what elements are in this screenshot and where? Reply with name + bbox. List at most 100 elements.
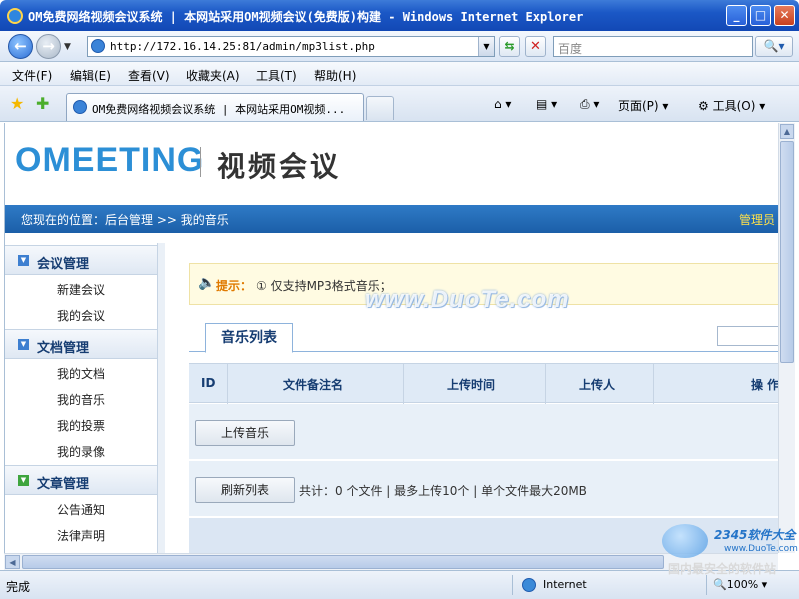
sidebar-item-my-meetings[interactable]: 我的会议 (57, 307, 105, 324)
search-button[interactable]: 🔍▾ (755, 36, 793, 57)
sidebar-item-my-music[interactable]: 我的音乐 (57, 391, 105, 408)
status-divider (706, 575, 707, 595)
column-divider (403, 364, 404, 404)
admin-label[interactable]: 管理员 (739, 211, 775, 228)
brand-url: www.DuoTe.com (724, 544, 798, 554)
sidebar-group-documents[interactable]: ▼ 文档管理 (5, 329, 157, 359)
forward-button[interactable]: → (36, 34, 61, 59)
horizontal-scroll-thumb[interactable] (22, 555, 664, 569)
tools-menu-button[interactable]: ⚙ 工具(O) ▾ (698, 97, 765, 114)
tab-current[interactable]: OM免费网络视频会议系统 | 本网站采用OM视频... (66, 93, 364, 121)
upload-music-button[interactable]: 上传音乐 (195, 420, 295, 446)
home-button[interactable]: ⌂ ▾ (494, 97, 511, 111)
collapse-icon: ▼ (18, 255, 29, 266)
refresh-button[interactable]: ⇆ (499, 36, 520, 57)
sidebar-item-legal[interactable]: 法律声明 (57, 527, 105, 544)
new-tab-button[interactable] (366, 96, 394, 120)
collapse-icon: ▼ (18, 339, 29, 350)
tab-favicon-icon (73, 100, 87, 114)
title-bar: OM免费网络视频会议系统 | 本网站采用OM视频会议(免费版)构建 - Wind… (0, 0, 799, 31)
minimize-button[interactable]: _ (726, 5, 747, 26)
logo-divider (200, 147, 201, 177)
sidebar: ▼ 会议管理 新建会议 我的会议 ▼ 文档管理 我的文档 我的音乐 我的投票 我… (5, 243, 157, 553)
tip-label: 提示： (216, 279, 253, 293)
menu-view[interactable]: 查看(V) (128, 67, 170, 84)
stop-button[interactable]: ✕ (525, 36, 546, 57)
column-uploader: 上传人 (579, 378, 616, 392)
column-divider (227, 364, 228, 404)
menu-bar: 文件(F) 编辑(E) 查看(V) 收藏夹(A) 工具(T) 帮助(H) (0, 62, 799, 86)
refresh-list-button[interactable]: 刷新列表 (195, 477, 295, 503)
ie-logo-icon (7, 8, 23, 24)
search-input[interactable]: 百度 (553, 36, 753, 57)
column-id: ID (201, 376, 216, 390)
sidebar-item-my-votes[interactable]: 我的投票 (57, 417, 105, 434)
site-logo: OMEETING (15, 141, 205, 179)
menu-edit[interactable]: 编辑(E) (70, 67, 111, 84)
page-menu-button[interactable]: 页面(P) ▾ (618, 97, 668, 114)
column-divider (653, 364, 654, 404)
maximize-button[interactable]: □ (750, 5, 771, 26)
site-header: OMEETING 视频会议 (5, 123, 778, 205)
tab-music-list[interactable]: 音乐列表 (205, 323, 293, 353)
menu-help[interactable]: 帮助(H) (314, 67, 356, 84)
menu-tools[interactable]: 工具(T) (256, 67, 297, 84)
collapse-icon: ▼ (18, 475, 29, 486)
address-dropdown-icon[interactable]: ▼ (478, 37, 494, 56)
brand-slogan: 国内最安全的软件站 (668, 562, 777, 576)
internet-zone-icon (522, 578, 536, 592)
sidebar-group-articles[interactable]: ▼ 文章管理 (5, 465, 157, 495)
brand-mascot-icon (662, 524, 708, 558)
sidebar-item-my-documents[interactable]: 我的文档 (57, 365, 105, 382)
address-toolbar: ← → ▼ http://172.16.14.25:81/admin/mp3li… (0, 31, 799, 62)
scroll-up-icon[interactable]: ▲ (780, 124, 794, 139)
file-count-text: 共计：0 个文件 | 最多上传10个 | 单个文件最大20MB (299, 484, 587, 498)
refresh-row: 刷新列表 共计：0 个文件 | 最多上传10个 | 单个文件最大20MB (189, 461, 778, 517)
brand-name: 2345软件大全 (714, 528, 796, 542)
page-viewport: OMEETING 视频会议 您现在的位置：后台管理 >> 我的音乐 管理员 ▼ … (4, 123, 778, 553)
column-actions: 操 作 (751, 378, 778, 392)
sidebar-item-my-recordings[interactable]: 我的录像 (57, 443, 105, 460)
vertical-scroll-thumb[interactable] (780, 141, 794, 363)
address-input[interactable]: http://172.16.14.25:81/admin/mp3list.php… (87, 36, 495, 57)
close-button[interactable]: ✕ (774, 5, 795, 26)
print-button[interactable]: ⎙ ▾ (580, 97, 599, 112)
add-favorite-icon[interactable]: ✚ (36, 94, 49, 113)
sidebar-group-meeting[interactable]: ▼ 会议管理 (5, 245, 157, 275)
scroll-left-icon[interactable]: ◀ (5, 555, 20, 569)
column-upload-time: 上传时间 (447, 378, 496, 392)
status-divider (512, 575, 513, 595)
security-zone[interactable]: Internet (543, 578, 587, 591)
page-favicon-icon (91, 39, 105, 53)
favorites-star-icon[interactable]: ★ (10, 94, 24, 113)
tab-label[interactable]: OM免费网络视频会议系统 | 本网站采用OM视频... (92, 101, 345, 117)
history-dropdown-icon[interactable]: ▼ (64, 42, 71, 52)
sidebar-group-label: 文章管理 (37, 477, 90, 492)
breadcrumb: 您现在的位置：后台管理 >> 我的音乐 (21, 213, 229, 227)
speaker-icon: 🔈 (198, 275, 216, 291)
column-filename: 文件备注名 (283, 378, 344, 392)
menu-favorites[interactable]: 收藏夹(A) (186, 67, 240, 84)
feeds-button[interactable]: ▤ ▾ (536, 97, 557, 111)
sidebar-divider (157, 243, 165, 553)
watermark-text: www.DuoTe.com (365, 286, 570, 313)
zoom-control[interactable]: 🔍100% ▾ (713, 578, 767, 591)
brand-watermark: 2345软件大全 www.DuoTe.com 国内最安全的软件站 (660, 520, 798, 576)
vertical-scrollbar[interactable]: ▲ (778, 123, 795, 553)
sidebar-group-label: 会议管理 (37, 257, 90, 272)
tab-strip: 音乐列表 (189, 321, 778, 353)
favorites-bar: ★ ✚ OM免费网络视频会议系统 | 本网站采用OM视频... ⌂ ▾ ▤ ▾ … (0, 86, 799, 122)
menu-file[interactable]: 文件(F) (12, 67, 52, 84)
sidebar-item-new-meeting[interactable]: 新建会议 (57, 281, 105, 298)
table-header: ID 文件备注名 上传时间 上传人 操 作 (189, 363, 778, 404)
site-subtitle: 视频会议 (217, 150, 342, 183)
window-title: OM免费网络视频会议系统 | 本网站采用OM视频会议(免费版)构建 - Wind… (28, 10, 584, 24)
breadcrumb-bar: 您现在的位置：后台管理 >> 我的音乐 管理员 (5, 205, 778, 233)
upload-row: 上传音乐 (189, 404, 778, 460)
sidebar-item-notices[interactable]: 公告通知 (57, 501, 105, 518)
list-search-input[interactable] (717, 326, 778, 346)
back-button[interactable]: ← (8, 34, 33, 59)
url-text[interactable]: http://172.16.14.25:81/admin/mp3list.php (110, 40, 375, 53)
status-text: 完成 (6, 580, 31, 594)
sidebar-group-label: 文档管理 (37, 341, 90, 356)
